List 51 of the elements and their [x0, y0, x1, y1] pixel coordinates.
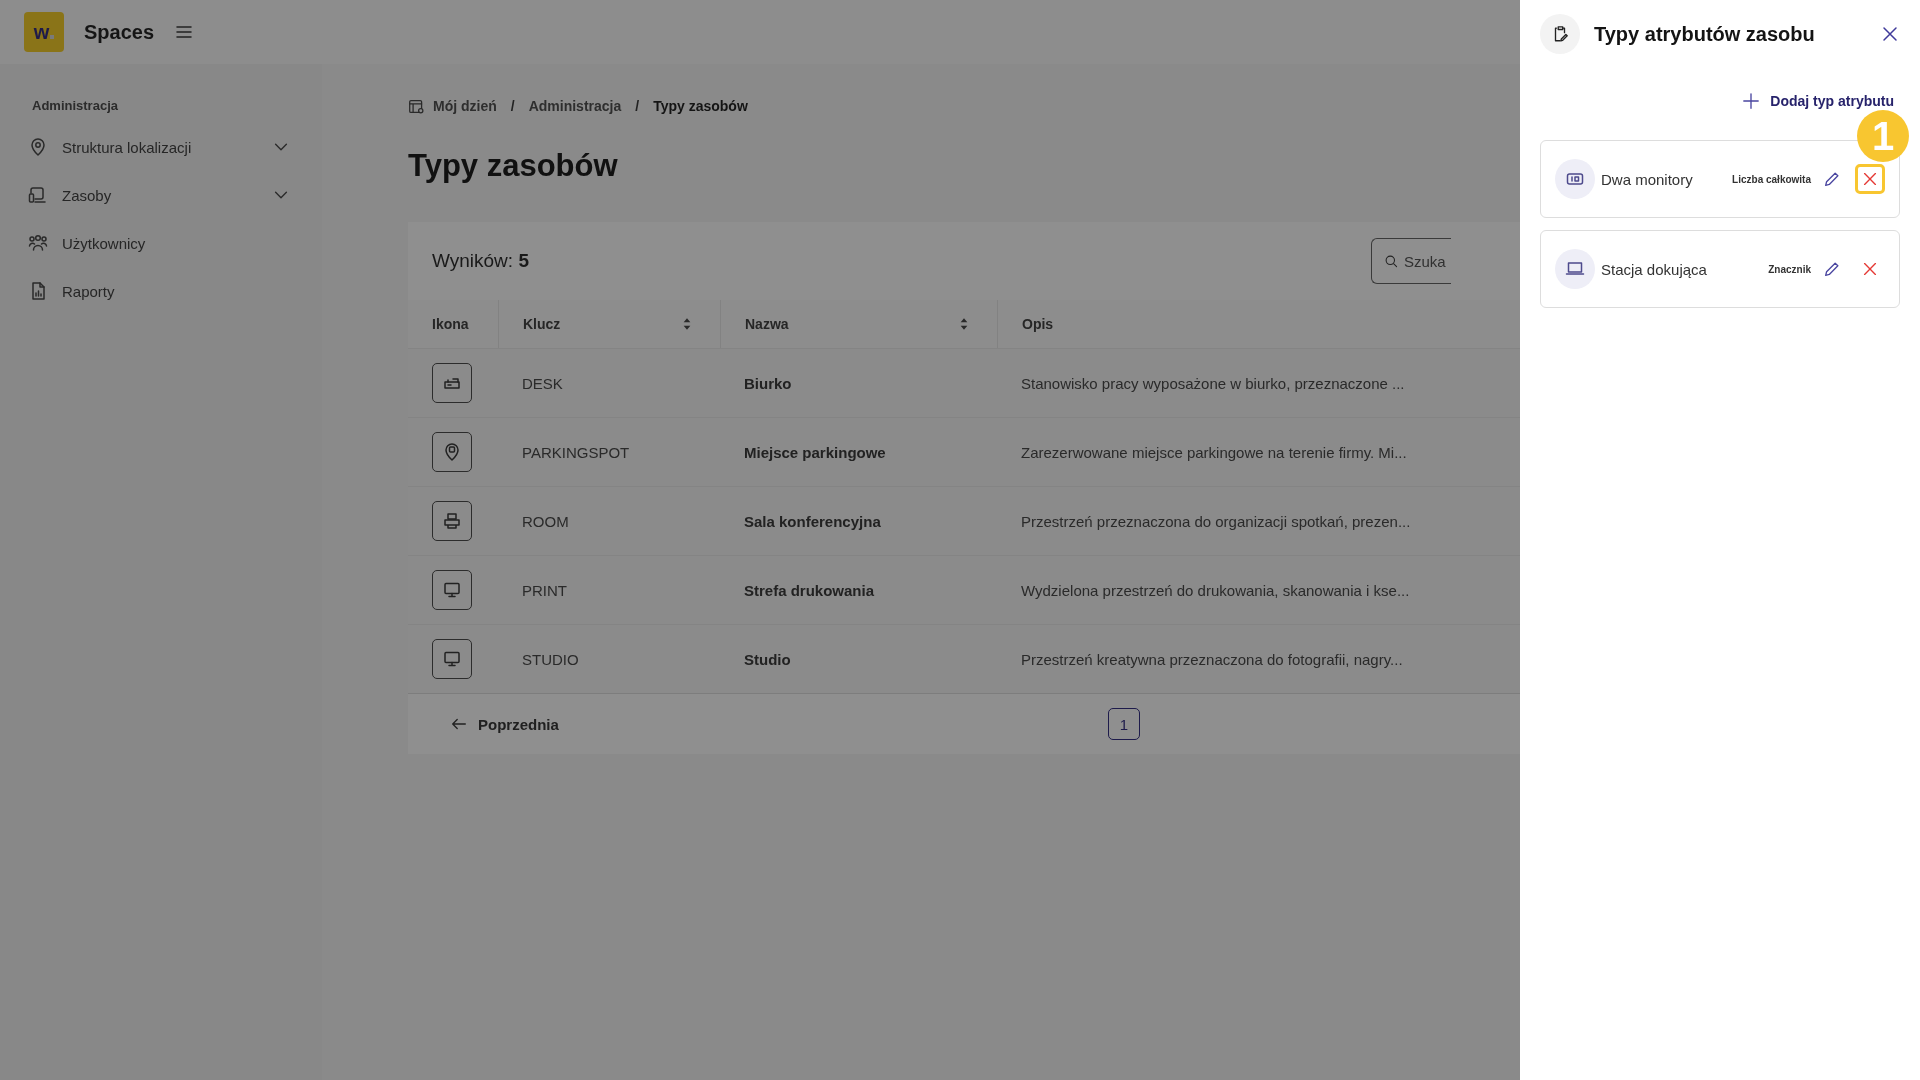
column-header: Ikona [432, 316, 469, 332]
column-header[interactable]: Klucz [523, 316, 561, 332]
column-header: Opis [1022, 316, 1054, 332]
attribute-icon [1555, 159, 1595, 199]
clipboard-icon [1540, 14, 1580, 54]
sort-icon[interactable] [682, 317, 692, 331]
panel-title: Typy atrybutów zasobu [1594, 22, 1815, 46]
callout-badge: 1 [1857, 110, 1909, 162]
resource-icon [432, 639, 472, 679]
page-title: Typy zasobów [408, 148, 618, 184]
sidebar-item[interactable]: Struktura lokalizacji [28, 123, 290, 171]
breadcrumb-link[interactable]: Administracja [528, 98, 622, 114]
resource-icon [432, 501, 472, 541]
close-icon [1880, 24, 1900, 44]
sidebar-item-icon [28, 233, 48, 253]
resource-icon [432, 570, 472, 610]
search-icon [1384, 254, 1398, 268]
sidebar-item[interactable]: Zasoby [28, 171, 290, 219]
page-button[interactable]: 1 [1108, 708, 1140, 740]
resource-icon [432, 432, 472, 472]
close-icon [1861, 260, 1879, 278]
breadcrumb-separator: / [635, 98, 640, 114]
close-button[interactable] [1880, 24, 1900, 44]
results-count: Wyników: 5 [432, 250, 529, 272]
attribute-type: Liczba całkowita [1732, 173, 1811, 185]
attribute-icon [1555, 249, 1595, 289]
search-field[interactable]: Szuka [1371, 238, 1451, 284]
attribute-name: Stacja dokująca [1601, 260, 1707, 278]
plus-icon [1742, 92, 1761, 110]
calendar-icon [408, 97, 425, 115]
attribute-type: Znacznik [1768, 263, 1811, 275]
sidebar-item[interactable]: Użytkownicy [28, 219, 290, 267]
app-logo: w [24, 12, 64, 52]
edit-icon[interactable] [1823, 170, 1841, 188]
attribute-name: Dwa monitory [1601, 170, 1693, 188]
add-attribute-button[interactable]: Dodaj typ atrybutu [1742, 92, 1894, 110]
sidebar-item-icon [28, 137, 48, 157]
sort-icon[interactable] [959, 317, 969, 331]
breadcrumb-separator: / [510, 98, 515, 114]
column-header[interactable]: Nazwa [745, 316, 789, 332]
section-heading: Administracja [32, 98, 119, 113]
close-icon [1861, 170, 1879, 188]
resource-icon [432, 363, 472, 403]
breadcrumb-link[interactable]: Mój dzień [433, 98, 497, 114]
app-name: Spaces [84, 20, 155, 44]
edit-icon[interactable] [1823, 260, 1841, 278]
sidebar-item-icon [28, 185, 48, 205]
previous-button[interactable]: Poprzednia [450, 715, 559, 733]
delete-button[interactable] [1855, 164, 1885, 194]
sidebar-item[interactable]: Raporty [28, 267, 290, 315]
breadcrumb-link[interactable]: Typy zasobów [653, 98, 748, 114]
